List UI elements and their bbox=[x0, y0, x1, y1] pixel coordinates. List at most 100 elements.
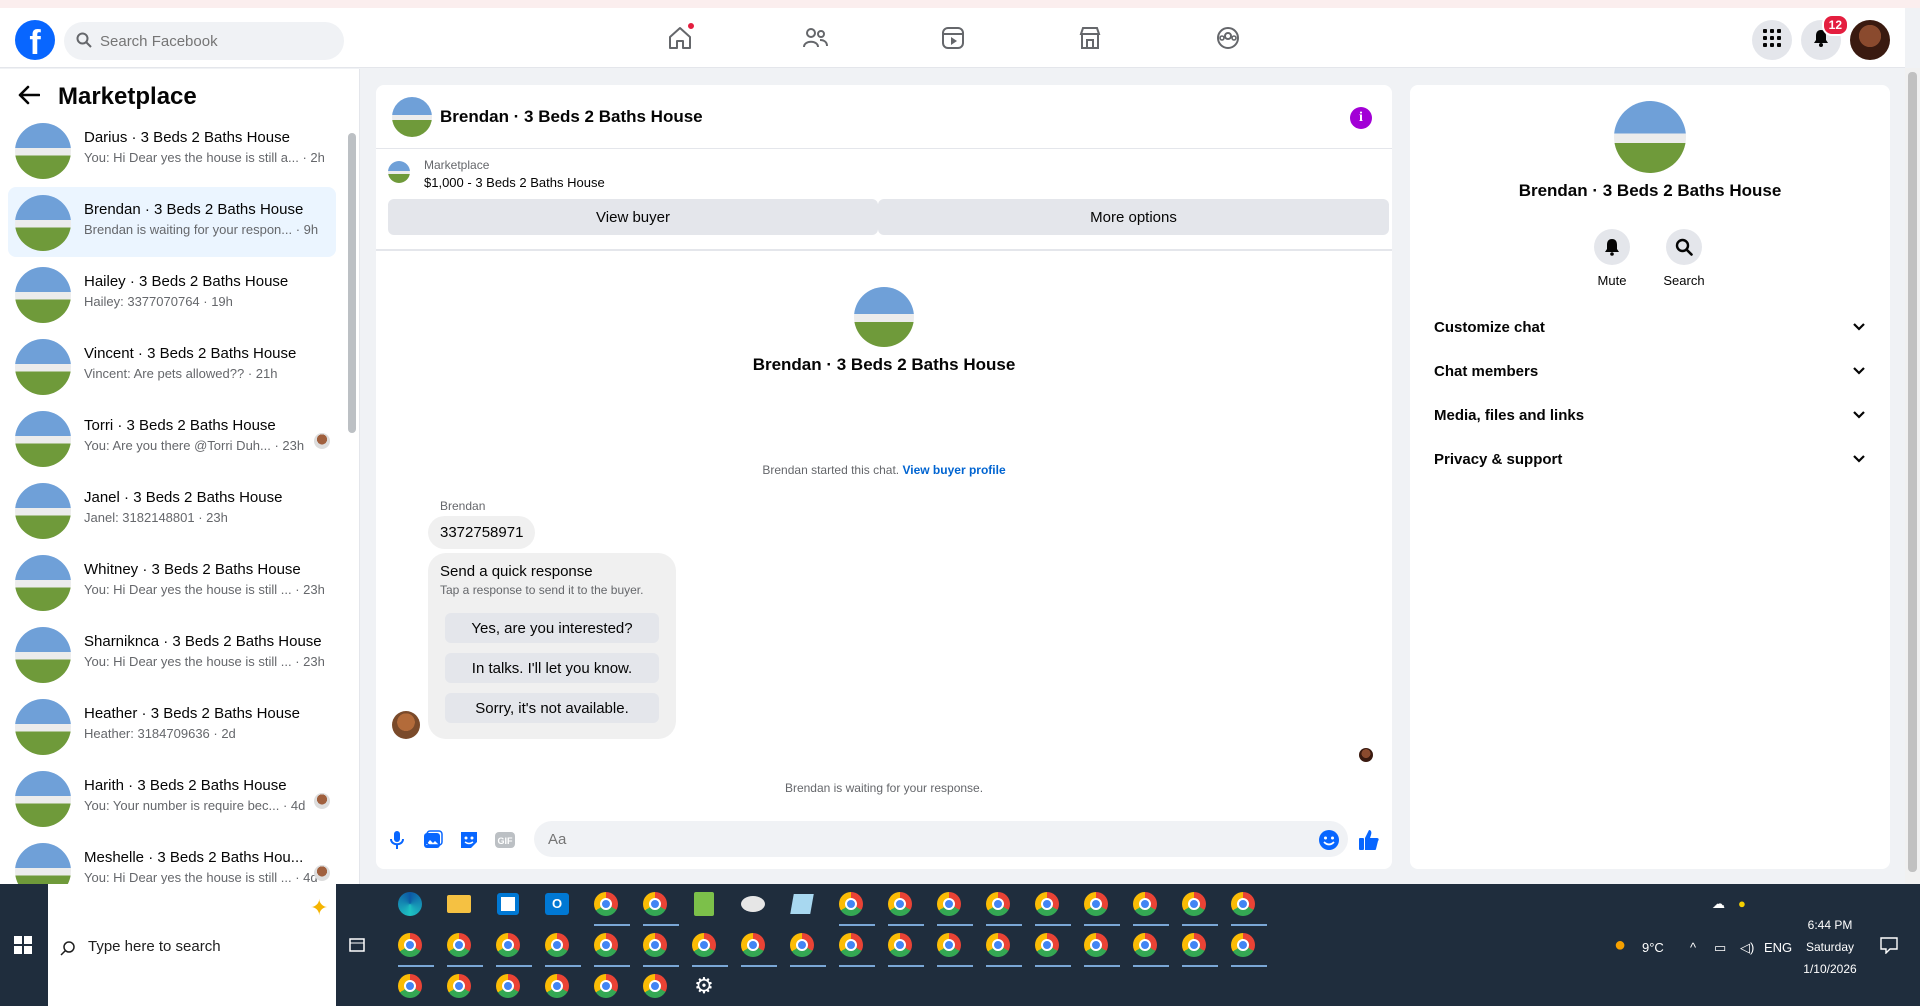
chrome-window-icon[interactable] bbox=[492, 929, 532, 967]
chrome-window-icon[interactable] bbox=[1080, 929, 1120, 967]
chrome-window-icon[interactable] bbox=[1031, 888, 1071, 926]
chrome-window-icon[interactable] bbox=[737, 929, 777, 967]
search-button[interactable]: Search bbox=[1654, 229, 1714, 288]
marketplace-icon[interactable] bbox=[1074, 22, 1106, 54]
chrome-window-icon[interactable] bbox=[1031, 929, 1071, 967]
weather-temperature[interactable]: 9°C bbox=[1642, 940, 1664, 955]
more-options-button[interactable]: More options bbox=[878, 199, 1389, 235]
chrome-window-icon[interactable] bbox=[590, 970, 622, 1002]
network-icon[interactable]: ▭ bbox=[1714, 940, 1726, 956]
settings-gear-icon[interactable]: ⚙ bbox=[688, 970, 720, 1002]
outlook-icon[interactable]: O bbox=[541, 888, 573, 920]
chrome-window-icon[interactable] bbox=[933, 888, 973, 926]
view-buyer-profile-link[interactable]: View buyer profile bbox=[902, 463, 1005, 477]
chrome-window-icon[interactable] bbox=[394, 970, 426, 1002]
facebook-logo[interactable]: f bbox=[15, 20, 55, 60]
chrome-window-icon[interactable] bbox=[1227, 929, 1267, 967]
thumbs-up-icon[interactable] bbox=[1358, 829, 1380, 851]
chrome-window-icon[interactable] bbox=[933, 929, 973, 967]
chrome-window-icon[interactable] bbox=[1178, 888, 1218, 926]
chrome-icon[interactable] bbox=[590, 888, 630, 926]
chrome-window-icon[interactable] bbox=[1129, 929, 1169, 967]
privacy-support-section[interactable]: Privacy & support bbox=[1418, 439, 1882, 479]
chrome-window-icon[interactable] bbox=[835, 888, 875, 926]
info-icon[interactable]: i bbox=[1350, 107, 1372, 129]
emoji-icon[interactable] bbox=[1318, 829, 1340, 851]
conversation-item[interactable]: Sharniknca · 3 Beds 2 Baths House You: H… bbox=[8, 619, 336, 689]
weather-icon[interactable]: ● bbox=[1614, 934, 1626, 957]
chrome-window-icon[interactable] bbox=[590, 929, 630, 967]
conversation-item[interactable]: Heather · 3 Beds 2 Baths House Heather: … bbox=[8, 691, 336, 761]
chat-avatar[interactable] bbox=[392, 97, 432, 137]
mute-button[interactable]: Mute bbox=[1582, 229, 1642, 288]
sidebar-scrollbar[interactable] bbox=[348, 133, 356, 433]
video-icon[interactable] bbox=[937, 22, 969, 54]
quick-reply-button[interactable]: Sorry, it's not available. bbox=[445, 693, 659, 723]
chrome-window-icon[interactable] bbox=[1080, 888, 1120, 926]
chrome-window-icon[interactable] bbox=[443, 970, 475, 1002]
file-explorer-icon[interactable] bbox=[443, 888, 475, 920]
chrome-window-icon[interactable] bbox=[688, 929, 728, 967]
notes-app-icon[interactable] bbox=[688, 888, 720, 920]
media-files-links-section[interactable]: Media, files and links bbox=[1418, 395, 1882, 435]
edge-icon[interactable] bbox=[394, 888, 426, 920]
chevron-up-icon[interactable]: ^ bbox=[1690, 940, 1696, 955]
notifications-button[interactable]: 12 bbox=[1801, 14, 1849, 60]
view-buyer-button[interactable]: View buyer bbox=[388, 199, 878, 235]
task-view-icon[interactable] bbox=[348, 936, 366, 959]
language-indicator[interactable]: ENG bbox=[1764, 940, 1792, 955]
store-icon[interactable] bbox=[492, 888, 524, 920]
system-clock[interactable]: 6:44 PM Saturday 1/10/2026 bbox=[1800, 914, 1860, 980]
scrollbar-thumb[interactable] bbox=[1908, 72, 1917, 872]
chrome-window-icon[interactable] bbox=[443, 929, 483, 967]
conversation-item[interactable]: Harith · 3 Beds 2 Baths House You: Your … bbox=[8, 763, 336, 833]
chrome-window-icon[interactable] bbox=[541, 970, 573, 1002]
chrome-window-icon[interactable] bbox=[884, 888, 924, 926]
search-input[interactable] bbox=[100, 22, 330, 60]
notification-center-icon[interactable] bbox=[1880, 936, 1898, 957]
chrome-window-icon[interactable] bbox=[982, 929, 1022, 967]
volume-icon[interactable]: ◁) bbox=[1740, 940, 1754, 956]
menu-grid-button[interactable] bbox=[1752, 20, 1792, 60]
message-bubble[interactable]: 3372758971 bbox=[428, 516, 536, 549]
chrome-window-icon[interactable] bbox=[394, 929, 434, 967]
conversation-item[interactable]: Janel · 3 Beds 2 Baths House Janel: 3182… bbox=[8, 475, 336, 545]
account-avatar[interactable] bbox=[1850, 20, 1890, 60]
tray-status-icon[interactable]: ● bbox=[1738, 896, 1746, 911]
quick-reply-button[interactable]: In talks. I'll let you know. bbox=[445, 653, 659, 683]
chrome-window-icon[interactable] bbox=[1178, 929, 1218, 967]
conversation-item[interactable]: Vincent · 3 Beds 2 Baths House Vincent: … bbox=[8, 331, 336, 401]
chrome-window-icon[interactable] bbox=[541, 929, 581, 967]
listing-title[interactable]: $1,000 - 3 Beds 2 Baths House bbox=[424, 175, 605, 190]
groups-icon[interactable] bbox=[1212, 22, 1244, 54]
conversation-item[interactable]: Torri · 3 Beds 2 Baths House You: Are yo… bbox=[8, 403, 336, 473]
chrome-window-icon[interactable] bbox=[835, 929, 875, 967]
chrome-window-icon[interactable] bbox=[639, 929, 679, 967]
conversation-item[interactable]: Meshelle · 3 Beds 2 Baths Hou... You: Hi… bbox=[8, 835, 336, 884]
chrome-window-icon[interactable] bbox=[786, 929, 826, 967]
gif-icon[interactable]: GIF bbox=[494, 829, 516, 851]
microphone-icon[interactable] bbox=[386, 829, 408, 851]
conversation-item[interactable]: Darius · 3 Beds 2 Baths House You: Hi De… bbox=[8, 115, 336, 185]
conversation-item[interactable]: Hailey · 3 Beds 2 Baths House Hailey: 33… bbox=[8, 259, 336, 329]
conversation-item-active[interactable]: Brendan · 3 Beds 2 Baths House Brendan i… bbox=[8, 187, 336, 257]
message-input[interactable] bbox=[534, 821, 1348, 857]
chrome-window-icon[interactable] bbox=[492, 970, 524, 1002]
chrome-window-icon[interactable] bbox=[1129, 888, 1169, 926]
chrome-window-icon[interactable] bbox=[982, 888, 1022, 926]
sticker-icon[interactable] bbox=[458, 829, 480, 851]
quick-reply-button[interactable]: Yes, are you interested? bbox=[445, 613, 659, 643]
conversation-item[interactable]: Whitney · 3 Beds 2 Baths House You: Hi D… bbox=[8, 547, 336, 617]
notepad-icon[interactable] bbox=[786, 888, 818, 920]
chrome-window-icon[interactable] bbox=[639, 970, 671, 1002]
chrome-window-icon[interactable] bbox=[884, 929, 924, 967]
windows-start-button[interactable] bbox=[0, 884, 46, 1006]
search-bar[interactable] bbox=[64, 22, 344, 60]
paint-icon[interactable] bbox=[737, 888, 769, 920]
customize-chat-section[interactable]: Customize chat bbox=[1418, 307, 1882, 347]
page-scrollbar[interactable] bbox=[1905, 68, 1920, 884]
taskbar-search[interactable]: Type here to search ✦ bbox=[48, 884, 336, 1006]
onedrive-icon[interactable]: ☁ bbox=[1712, 896, 1725, 912]
chrome-window-icon[interactable] bbox=[1227, 888, 1267, 926]
back-arrow-icon[interactable] bbox=[18, 85, 41, 110]
